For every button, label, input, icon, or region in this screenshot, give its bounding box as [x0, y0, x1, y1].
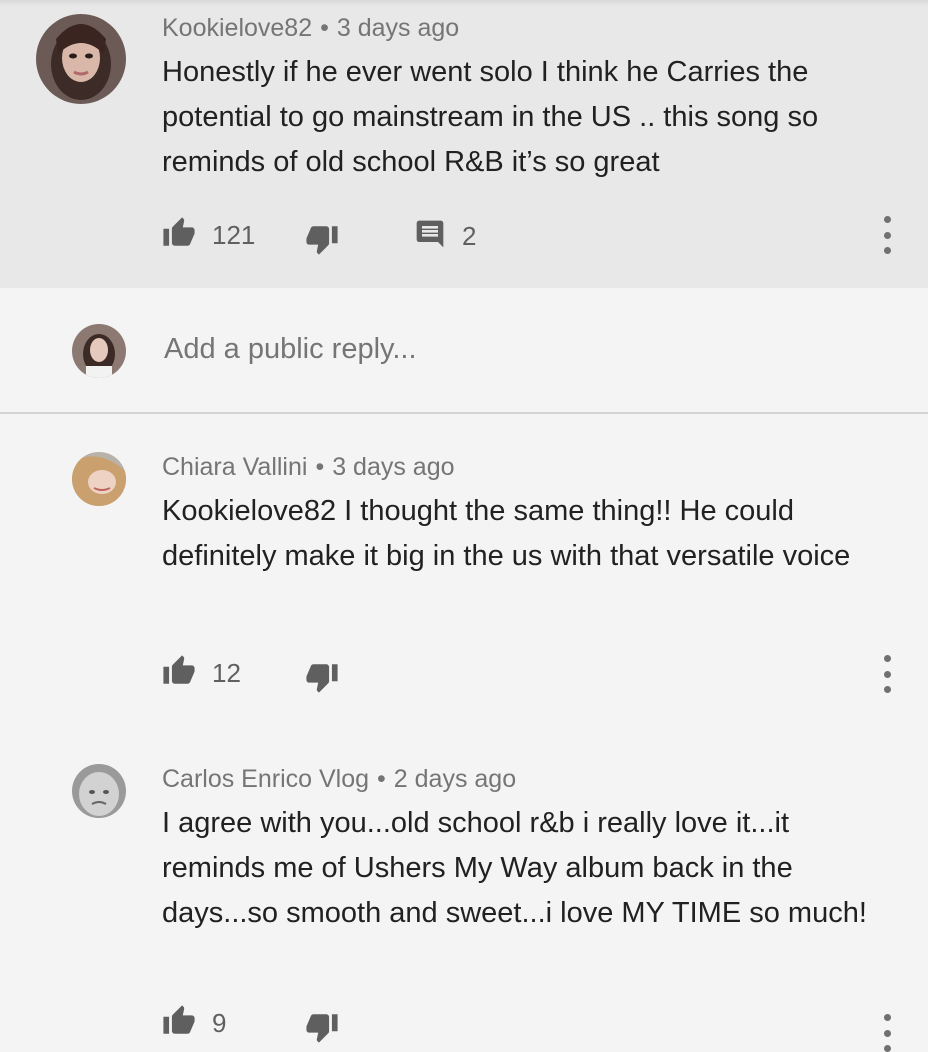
comment-icon: [414, 218, 446, 255]
meta-separator: •: [377, 765, 386, 793]
dislike-button[interactable]: [305, 660, 339, 699]
comment-text: Kookielove82 I thought the same thing!! …: [162, 495, 851, 572]
comment-meta: Chiara Vallini • 3 days ago: [162, 453, 455, 482]
dislike-icon: [305, 1010, 339, 1049]
more-vert-icon[interactable]: [882, 655, 892, 693]
avatar-carlos-enrico-vlog[interactable]: [72, 764, 126, 818]
divider: [0, 412, 928, 414]
comment-text: Honestly if he ever went solo I think he…: [162, 56, 819, 178]
current-user-avatar: [72, 324, 126, 378]
timestamp[interactable]: 3 days ago: [337, 14, 459, 42]
timestamp[interactable]: 2 days ago: [394, 765, 516, 793]
like-button[interactable]: 12: [162, 654, 241, 693]
timestamp[interactable]: 3 days ago: [332, 453, 454, 481]
meta-separator: •: [315, 453, 325, 481]
author-name[interactable]: Chiara Vallini: [162, 453, 307, 481]
comment-text: I agree with you...old school r&b i real…: [162, 807, 867, 929]
meta-separator: •: [320, 14, 329, 42]
more-vert-icon[interactable]: [882, 1014, 892, 1052]
top-shadow: [0, 0, 928, 6]
dislike-icon: [305, 222, 339, 261]
comment-meta: Carlos Enrico Vlog • 2 days ago: [162, 765, 516, 794]
avatar-kookielove82[interactable]: [36, 14, 126, 104]
parent-comment: Kookielove82 • 3 days ago Honestly if he e…: [0, 0, 928, 288]
reply-input[interactable]: [162, 332, 866, 367]
more-vert-icon[interactable]: [882, 216, 892, 254]
avatar-chiara-vallini[interactable]: [72, 452, 126, 506]
like-icon: [162, 216, 196, 255]
comment-meta: Kookielove82 • 3 days ago: [162, 14, 459, 43]
like-icon: [162, 654, 196, 693]
like-count: 121: [212, 220, 256, 250]
author-name[interactable]: Carlos Enrico Vlog: [162, 765, 369, 793]
reply-count-button[interactable]: 2: [414, 218, 476, 255]
like-count: 12: [212, 658, 241, 688]
dislike-icon: [305, 660, 339, 699]
reply-box: [0, 288, 928, 414]
reply-count: 2: [462, 221, 477, 251]
dislike-button[interactable]: [305, 222, 339, 261]
like-button[interactable]: 121: [162, 216, 255, 255]
dislike-button[interactable]: [305, 1010, 339, 1049]
author-name[interactable]: Kookielove82: [162, 14, 312, 42]
